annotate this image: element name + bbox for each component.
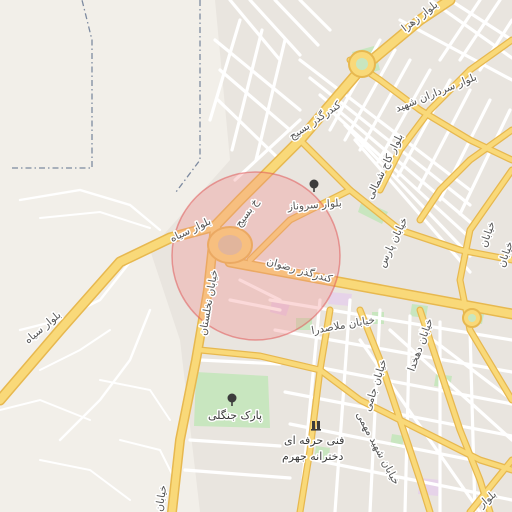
- label-school-line2: دخترانه جهرم: [282, 450, 343, 463]
- map-view[interactable]: بلوار زهرا بلوار سرداران شهید کندرگذر بس…: [0, 0, 512, 512]
- label-school-line1: فنی حرفه ای: [284, 434, 344, 447]
- label-park-jangali: پارک جنگلی: [208, 409, 262, 422]
- map-canvas: بلوار زهرا بلوار سرداران شهید کندرگذر بس…: [0, 0, 512, 512]
- search-radius-circle: [171, 171, 341, 341]
